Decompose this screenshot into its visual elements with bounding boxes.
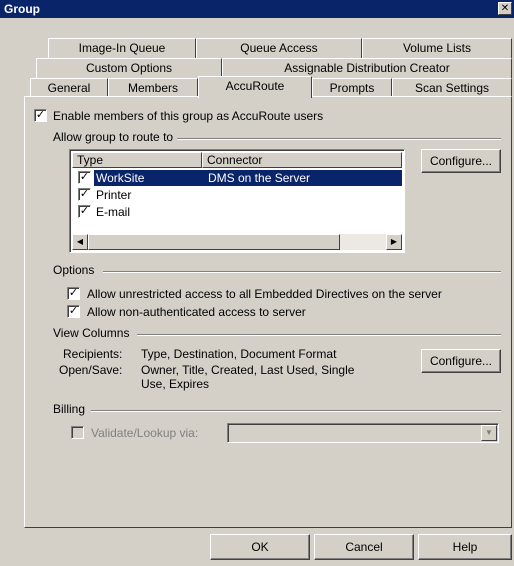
validate-lookup-label: Validate/Lookup via: xyxy=(91,426,199,440)
row-checkbox[interactable]: ✓ xyxy=(78,188,91,201)
non-authenticated-checkbox[interactable]: ✓ xyxy=(67,305,80,318)
row-type: Printer xyxy=(96,188,132,202)
tab-custom-options[interactable]: Custom Options xyxy=(36,58,222,78)
enable-accuroute-checkbox[interactable]: ✓ xyxy=(34,109,47,122)
unrestricted-access-label: Allow unrestricted access to all Embedde… xyxy=(87,287,442,301)
tab-label: Volume Lists xyxy=(402,41,472,55)
check-icon: ✓ xyxy=(79,188,90,200)
scroll-right-icon[interactable]: ▶ xyxy=(386,234,402,250)
row-checkbox[interactable]: ✓ xyxy=(78,205,91,218)
billing-lookup-select[interactable]: ▼ xyxy=(227,423,499,443)
tab-label: Assignable Distribution Creator xyxy=(284,61,450,75)
tab-scan-settings[interactable]: Scan Settings xyxy=(392,78,512,98)
check-icon: ✓ xyxy=(68,305,79,317)
chevron-down-icon[interactable]: ▼ xyxy=(481,425,497,441)
tab-members[interactable]: Members xyxy=(108,78,198,98)
row-type: E-mail xyxy=(96,205,131,219)
tab-label: Custom Options xyxy=(85,61,173,75)
horizontal-scrollbar[interactable]: ◀ ▶ xyxy=(72,234,402,250)
validate-lookup-checkbox[interactable] xyxy=(71,426,84,439)
list-item[interactable]: ✓ E-mail xyxy=(72,204,402,220)
view-columns-configure-button[interactable]: Configure... xyxy=(421,349,501,373)
group-divider xyxy=(137,334,501,336)
tab-image-in-queue[interactable]: Image-In Queue xyxy=(48,38,196,58)
recipients-key: Recipients: xyxy=(63,347,123,361)
opensave-value-line2: Use, Expires xyxy=(141,377,210,391)
billing-group-label: Billing xyxy=(53,402,90,416)
route-target-list[interactable]: Type Connector ✓ WorkSite DMS on the Ser… xyxy=(69,149,405,253)
accuroute-panel: ✓ Enable members of this group as AccuRo… xyxy=(24,96,512,528)
cancel-button[interactable]: Cancel xyxy=(314,534,414,560)
scroll-left-icon[interactable]: ◀ xyxy=(72,234,88,250)
tab-queue-access[interactable]: Queue Access xyxy=(196,38,362,58)
check-icon: ✓ xyxy=(35,109,46,121)
list-item[interactable]: ✓ WorkSite DMS on the Server xyxy=(72,170,402,186)
route-group-label: Allow group to route to xyxy=(53,130,178,144)
window-title: Group xyxy=(4,2,40,16)
scroll-thumb[interactable] xyxy=(88,234,340,250)
close-icon[interactable]: ✕ xyxy=(498,2,512,15)
route-configure-button[interactable]: Configure... xyxy=(421,149,501,173)
unrestricted-access-checkbox[interactable]: ✓ xyxy=(67,287,80,300)
options-group-label: Options xyxy=(53,263,99,277)
tab-assignable-distribution-creator[interactable]: Assignable Distribution Creator xyxy=(222,58,512,78)
tab-general[interactable]: General xyxy=(30,78,108,98)
row-connector: DMS on the Server xyxy=(208,171,311,185)
tab-label: Members xyxy=(127,81,178,95)
column-header-type[interactable]: Type xyxy=(72,152,202,168)
title-bar: Group ✕ xyxy=(0,0,514,18)
tab-label: Image-In Queue xyxy=(78,41,166,55)
tab-label: General xyxy=(47,81,91,95)
tab-label: Scan Settings xyxy=(414,81,490,95)
view-columns-group-label: View Columns xyxy=(53,326,134,340)
tab-label: Prompts xyxy=(329,81,375,95)
ok-button[interactable]: OK xyxy=(210,534,310,560)
tab-accuroute[interactable]: AccuRoute xyxy=(198,76,312,98)
group-divider xyxy=(103,271,501,273)
tab-volume-lists[interactable]: Volume Lists xyxy=(362,38,512,58)
list-item[interactable]: ✓ Printer xyxy=(72,187,402,203)
enable-accuroute-label: Enable members of this group as AccuRout… xyxy=(53,109,324,123)
opensave-key: Open/Save: xyxy=(59,363,123,377)
check-icon: ✓ xyxy=(79,205,90,217)
check-icon: ✓ xyxy=(79,171,90,183)
column-header-connector[interactable]: Connector xyxy=(202,152,402,168)
non-authenticated-label: Allow non-authenticated access to server xyxy=(87,305,306,319)
row-checkbox[interactable]: ✓ xyxy=(78,171,91,184)
check-icon: ✓ xyxy=(68,287,79,299)
recipients-value: Type, Destination, Document Format xyxy=(141,347,337,361)
tab-label: Queue Access xyxy=(240,41,318,55)
opensave-value-line1: Owner, Title, Created, Last Used, Single xyxy=(141,363,355,377)
group-divider xyxy=(91,410,501,412)
tab-label: AccuRoute xyxy=(225,79,285,93)
help-button[interactable]: Help xyxy=(418,534,512,560)
row-type: WorkSite xyxy=(96,171,145,185)
tab-prompts[interactable]: Prompts xyxy=(312,78,392,98)
